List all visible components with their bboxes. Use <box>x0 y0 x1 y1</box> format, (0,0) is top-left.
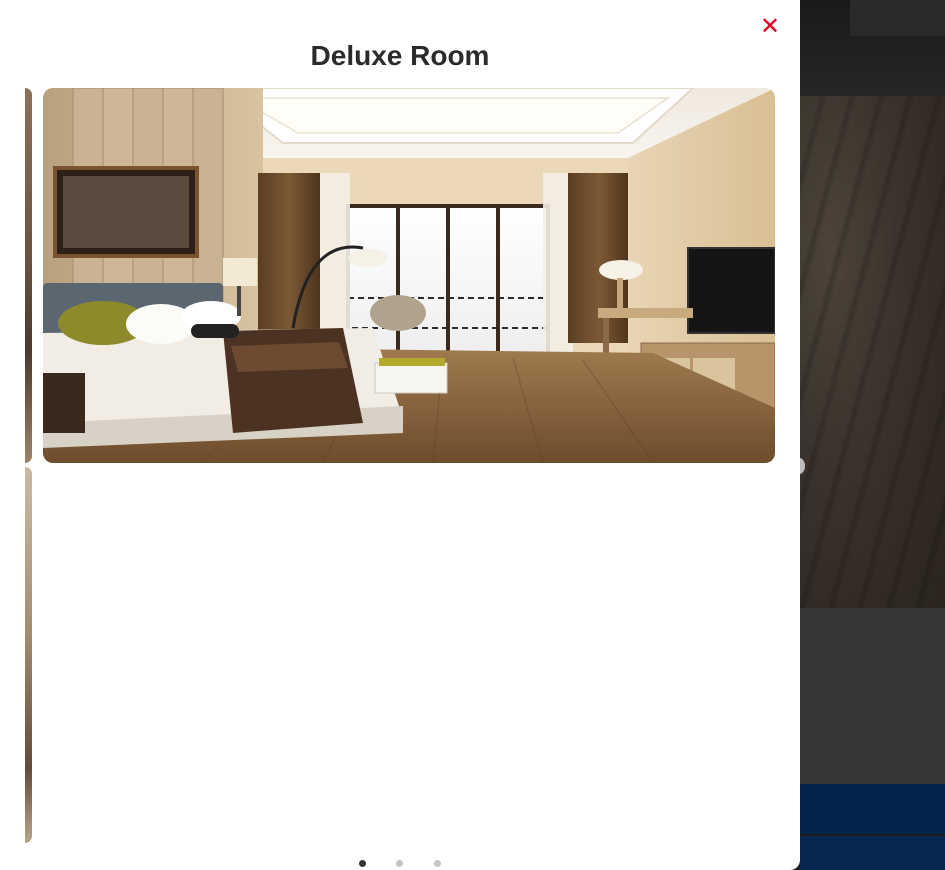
background-footer <box>800 836 945 870</box>
carousel-dot-1[interactable] <box>359 860 366 867</box>
previous-slide-peek[interactable] <box>25 88 32 463</box>
carousel-slide-placeholder <box>43 467 775 843</box>
carousel-dot-3[interactable] <box>434 860 441 867</box>
carousel-pagination <box>0 860 800 870</box>
background-hero-image <box>800 96 945 608</box>
background-header-strip <box>850 0 945 36</box>
room-photo <box>43 88 775 463</box>
background-section <box>800 608 945 784</box>
modal-title: Deluxe Room <box>310 40 490 71</box>
room-gallery-modal: ✕ Deluxe Room <box>0 0 800 870</box>
carousel-slide-active <box>43 88 775 463</box>
background-footer-band <box>800 784 945 834</box>
carousel-dot-2[interactable] <box>396 860 403 867</box>
close-icon[interactable]: ✕ <box>758 14 782 38</box>
background-header <box>800 0 945 96</box>
previous-slide-peek-lower[interactable] <box>25 467 32 843</box>
